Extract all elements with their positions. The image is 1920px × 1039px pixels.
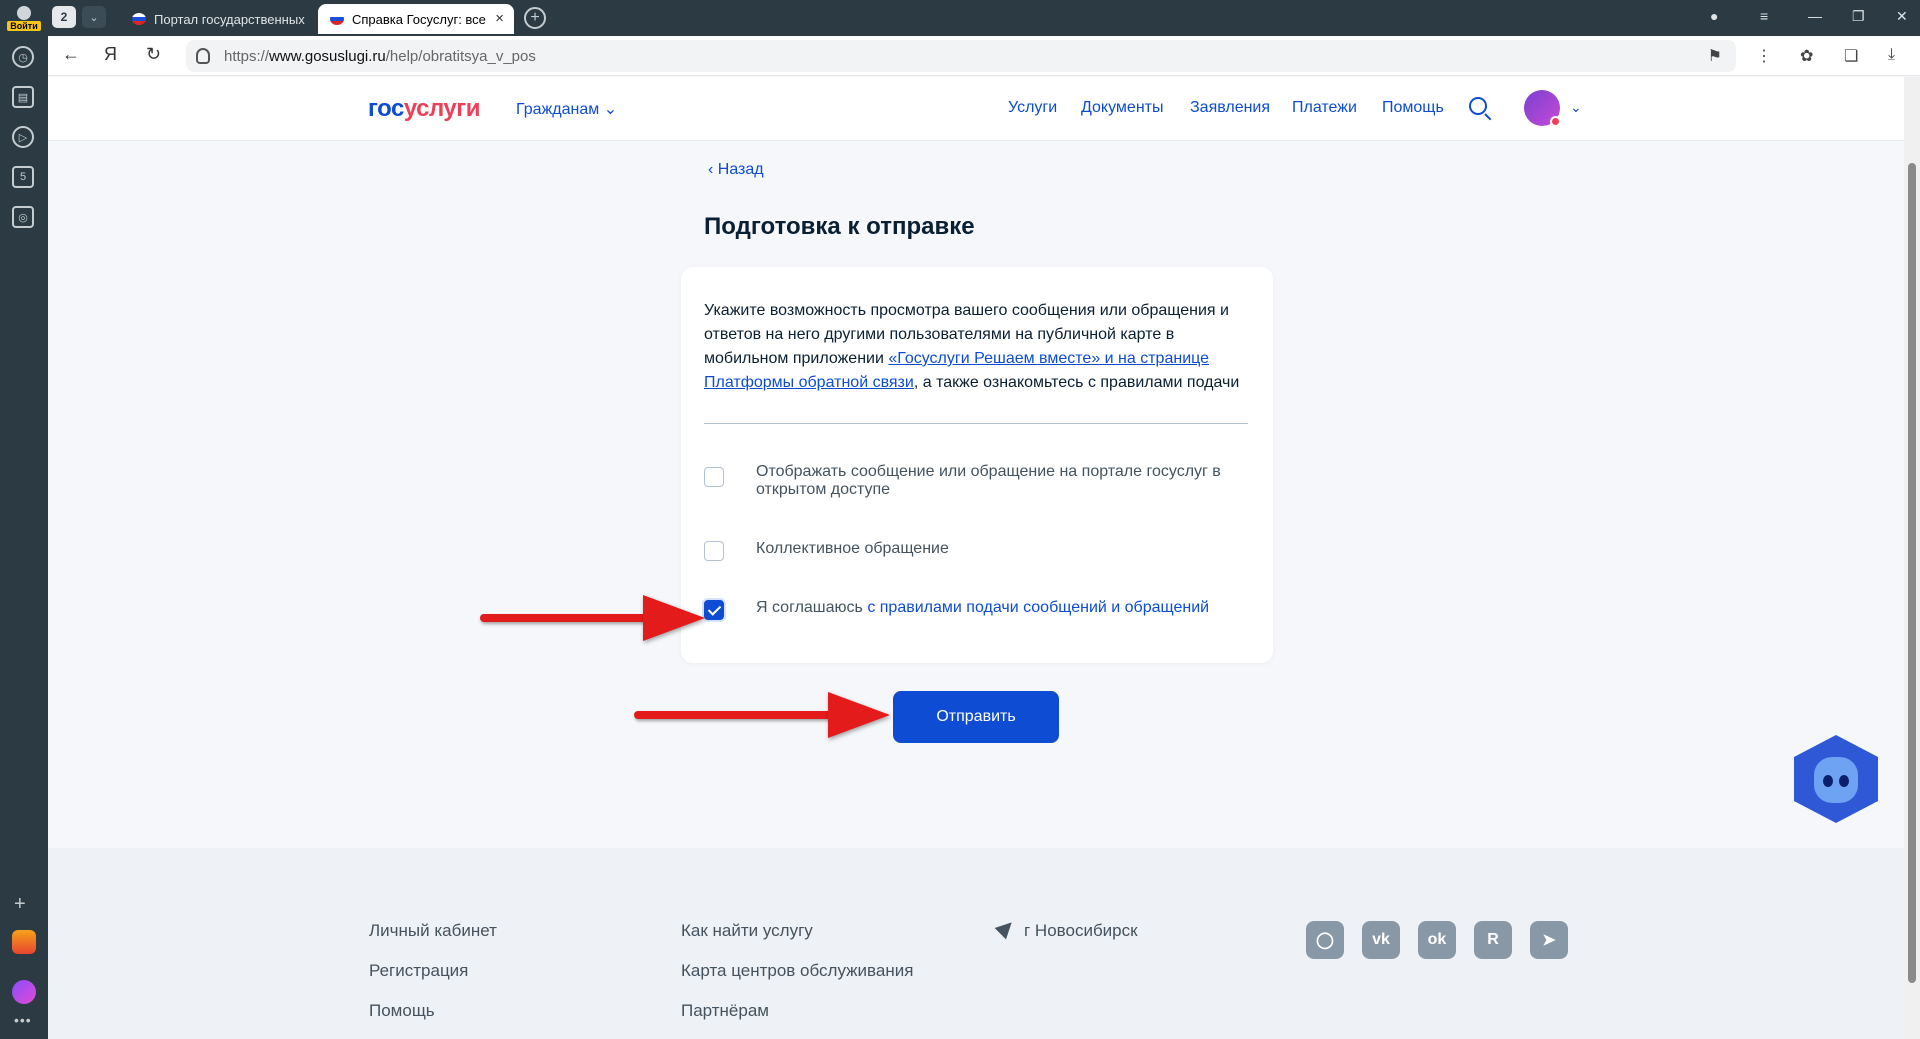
notification-dot [1550, 116, 1561, 127]
site-header: госуслуги Гражданам ⌄ Услуги Документы З… [48, 77, 1904, 141]
nav-help[interactable]: Помощь [1382, 99, 1444, 117]
checkbox-label: Отображать сообщение или обращение на по… [756, 463, 1221, 498]
more-vert-icon[interactable]: ⋮ [1756, 46, 1772, 66]
tabs-icon[interactable]: 5 [12, 166, 34, 188]
divider [704, 423, 1248, 424]
ok-icon[interactable]: ok [1418, 921, 1456, 959]
chevron-down-icon[interactable]: ⌄ [82, 6, 106, 28]
max-icon[interactable]: ◯ [1306, 921, 1344, 959]
gosuslugi-logo[interactable]: госуслуги [368, 95, 481, 123]
menu-icon[interactable]: ≡ [1760, 8, 1768, 24]
rules-link[interactable]: с правилами подачи сообщений и обращений [867, 599, 1209, 616]
lock-icon[interactable] [196, 48, 210, 64]
rutube-icon[interactable]: R [1474, 921, 1512, 959]
agree-checkbox[interactable] [704, 600, 724, 620]
flag-icon [132, 13, 146, 25]
checkbox-label: Коллективное обращение [756, 540, 949, 557]
chevron-down-icon[interactable]: ⌄ [1570, 99, 1582, 116]
user-icon [17, 6, 31, 20]
chevron-left-icon: ‹ [708, 161, 714, 178]
location-link[interactable]: г Новосибирск [1024, 921, 1138, 941]
site-footer: Личный кабинет Регистрация Помощь Как на… [48, 848, 1904, 1039]
page: госуслуги Гражданам ⌄ Услуги Документы З… [48, 77, 1904, 1039]
login-label: Войти [7, 21, 41, 31]
collective-option[interactable]: Коллективное обращение [704, 537, 1254, 561]
submit-button[interactable]: Отправить [893, 691, 1059, 743]
collections-toolbar-icon[interactable]: ❏ [1844, 46, 1858, 66]
extension-icon[interactable]: ✿ [1800, 46, 1813, 66]
annotation-arrow-checkbox [480, 595, 705, 641]
add-panel-icon[interactable]: + [14, 893, 26, 916]
tab-help[interactable]: Справка Госуслуг: все × [318, 4, 514, 34]
agree-option[interactable]: Я соглашаюсь с правилами подачи сообщени… [704, 596, 1254, 620]
download-icon[interactable]: ⤓ [1888, 46, 1895, 64]
scrollbar[interactable] [1904, 77, 1920, 1039]
mail-app-icon[interactable] [12, 930, 36, 954]
restore-icon[interactable]: ❐ [1852, 8, 1865, 25]
back-icon[interactable]: ← [62, 44, 80, 65]
options-card: Укажите возможность просмотра вашего соо… [681, 267, 1273, 663]
telegram-icon[interactable]: ➤ [1530, 921, 1568, 959]
alice-app-icon[interactable] [12, 980, 36, 1004]
tab-bar: 2 ⌄ Портал государственных Справка Госус… [48, 0, 1920, 36]
footer-link[interactable]: Регистрация [369, 961, 468, 981]
footer-link[interactable]: Карта центров обслуживания [681, 961, 913, 981]
login-button[interactable]: Войти [6, 4, 42, 34]
tab-title: Портал государственных [154, 11, 305, 27]
browser-sidebar: Войти ◷ ▤ ▷ 5 ◎ + ••• [0, 0, 48, 1039]
public-display-checkbox[interactable] [704, 467, 724, 487]
chevron-down-icon: ⌄ [603, 101, 618, 118]
url-text: https://www.gosuslugi.ru/help/obratitsya… [224, 48, 536, 65]
vk-icon[interactable]: vk [1362, 921, 1400, 959]
bookmark-icon[interactable]: ⚑ [1708, 46, 1722, 66]
screenshot-icon[interactable]: ◎ [12, 206, 34, 228]
public-display-option[interactable]: Отображать сообщение или обращение на по… [704, 463, 1254, 499]
location-icon [994, 916, 1018, 940]
page-title: Подготовка к отправке [704, 213, 975, 240]
video-icon[interactable]: ▷ [12, 126, 34, 148]
close-window-icon[interactable]: ✕ [1896, 8, 1908, 25]
nav-services[interactable]: Услуги [1008, 99, 1057, 117]
footer-link[interactable]: Как найти услугу [681, 921, 813, 941]
citizens-dropdown[interactable]: Гражданам ⌄ [516, 99, 617, 119]
collections-icon[interactable]: ▤ [12, 86, 34, 108]
annotation-arrow-submit [634, 692, 890, 738]
scrollbar-thumb[interactable] [1908, 163, 1916, 983]
close-icon[interactable]: × [495, 10, 504, 27]
more-icon[interactable]: ••• [14, 1012, 32, 1028]
history-icon[interactable]: ◷ [12, 46, 34, 68]
url-field[interactable]: https://www.gosuslugi.ru/help/obratitsya… [186, 40, 1736, 72]
assistant-robot-icon[interactable] [1794, 735, 1878, 823]
address-bar: ← Я ↻ https://www.gosuslugi.ru/help/obra… [48, 36, 1920, 76]
avatar[interactable] [1524, 90, 1561, 127]
nav-payments[interactable]: Платежи [1292, 99, 1357, 117]
nav-applications[interactable]: Заявления [1190, 99, 1270, 117]
footer-link[interactable]: Помощь [369, 1001, 435, 1021]
back-link[interactable]: ‹ Назад [708, 161, 764, 179]
search-icon[interactable] [1469, 97, 1487, 115]
nav-documents[interactable]: Документы [1081, 99, 1163, 117]
footer-link[interactable]: Партнёрам [681, 1001, 769, 1021]
flag-icon [330, 13, 344, 25]
checkbox-label: Я соглашаюсь с правилами подачи сообщени… [756, 599, 1210, 616]
intro-text: Укажите возможность просмотра вашего соо… [704, 302, 1240, 391]
minimize-icon[interactable]: — [1808, 8, 1822, 24]
yandex-icon[interactable]: Я [104, 44, 117, 65]
new-tab-icon[interactable]: + [524, 7, 546, 29]
tab-counter[interactable]: 2 [52, 6, 76, 28]
reload-icon[interactable]: ↻ [146, 44, 161, 65]
tab-title: Справка Госуслуг: все [352, 11, 486, 27]
tab-portal[interactable]: Портал государственных [120, 4, 320, 34]
footer-link[interactable]: Личный кабинет [369, 921, 497, 941]
profile-icon[interactable]: ● [1710, 8, 1718, 24]
collective-checkbox[interactable] [704, 541, 724, 561]
